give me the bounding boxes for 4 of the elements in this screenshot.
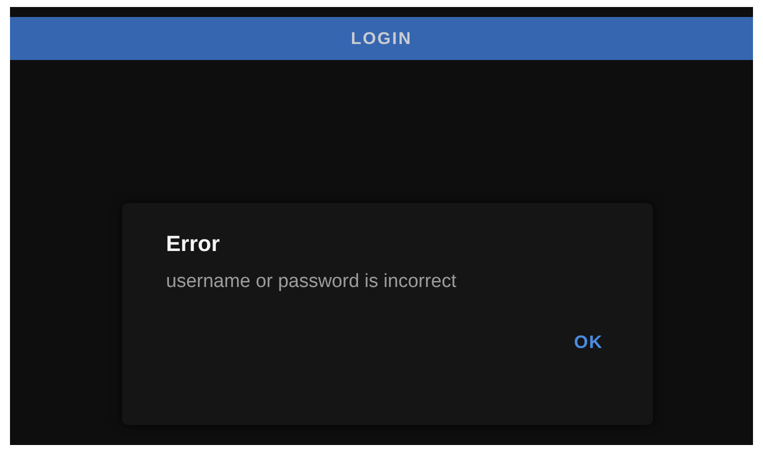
app-bar-title: LOGIN: [350, 28, 412, 48]
dialog-message: username or password is incorrect: [166, 270, 458, 294]
dialog-title: Error: [166, 231, 221, 257]
ok-button[interactable]: OK: [572, 330, 605, 355]
